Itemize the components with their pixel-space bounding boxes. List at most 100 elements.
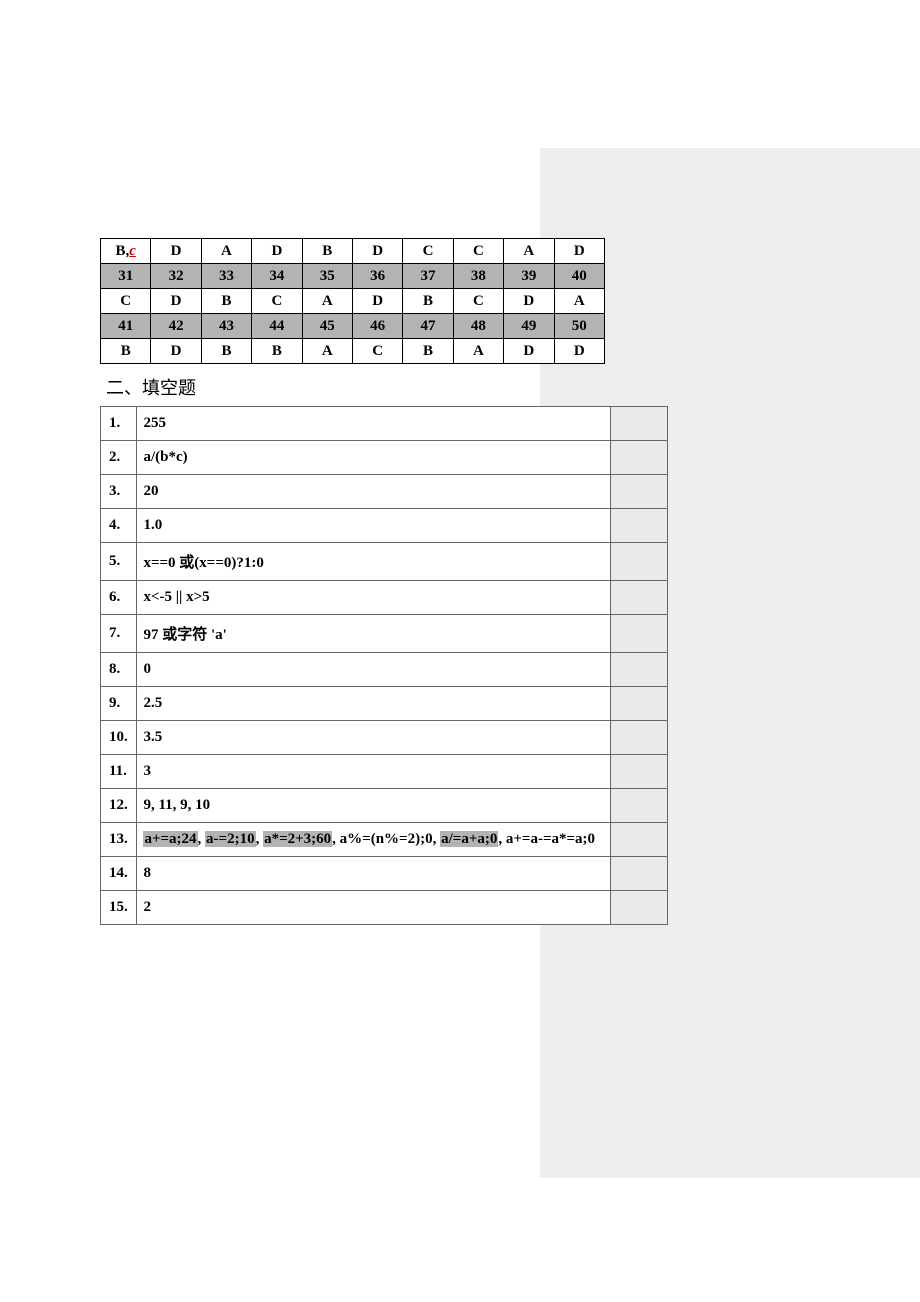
question-number: 44 bbox=[252, 314, 302, 339]
answer-cell: D bbox=[554, 239, 604, 264]
answer-cell: D bbox=[352, 289, 402, 314]
answer-cell: D bbox=[151, 339, 201, 364]
fi-ans: 255 bbox=[137, 407, 611, 441]
table-row: 14.8 bbox=[101, 857, 668, 891]
fi-ans: 2 bbox=[137, 891, 611, 925]
fi-ans: 9, 11, 9, 10 bbox=[137, 789, 611, 823]
answer-cell: A bbox=[453, 339, 503, 364]
table-row: 11.3 bbox=[101, 755, 668, 789]
question-number: 42 bbox=[151, 314, 201, 339]
table-row: 15.2 bbox=[101, 891, 668, 925]
question-number: 37 bbox=[403, 264, 453, 289]
hl-text: a*=2+3;60 bbox=[263, 831, 332, 847]
answer-cell: A bbox=[554, 289, 604, 314]
answer-cell: D bbox=[151, 289, 201, 314]
table-row: 3.20 bbox=[101, 475, 668, 509]
fi-blank bbox=[611, 721, 668, 755]
question-number: 45 bbox=[302, 314, 352, 339]
hl-text: a/=a+a;0 bbox=[440, 831, 498, 847]
fi-blank bbox=[611, 653, 668, 687]
fi-blank bbox=[611, 687, 668, 721]
hl-text: a+=a;24 bbox=[143, 831, 197, 847]
answer-cell: B,c bbox=[101, 239, 151, 264]
fi-num: 2. bbox=[101, 441, 137, 475]
question-number: 46 bbox=[352, 314, 402, 339]
answer-cell: B bbox=[302, 239, 352, 264]
fi-blank bbox=[611, 441, 668, 475]
fi-ans: 8 bbox=[137, 857, 611, 891]
table-row: 12.9, 11, 9, 10 bbox=[101, 789, 668, 823]
fi-ans: 3.5 bbox=[137, 721, 611, 755]
answer-cell: D bbox=[504, 289, 554, 314]
fi-ans: 3 bbox=[137, 755, 611, 789]
fi-num: 13. bbox=[101, 823, 137, 857]
answer-cell: C bbox=[101, 289, 151, 314]
question-number: 40 bbox=[554, 264, 604, 289]
fi-blank bbox=[611, 789, 668, 823]
table-row: 8.0 bbox=[101, 653, 668, 687]
question-number: 31 bbox=[101, 264, 151, 289]
question-number: 36 bbox=[352, 264, 402, 289]
table-row: 13. a+=a;24, a-=2;10, a*=2+3;60, a%=(n%=… bbox=[101, 823, 668, 857]
fi-blank bbox=[611, 755, 668, 789]
section-heading: 二、填空题 bbox=[106, 374, 605, 400]
fi-blank bbox=[611, 475, 668, 509]
table-row: 9.2.5 bbox=[101, 687, 668, 721]
answer-grid: B,c D A D B D C C A D 31 32 33 34 35 36 … bbox=[100, 238, 605, 364]
question-number: 33 bbox=[201, 264, 251, 289]
fi-num: 9. bbox=[101, 687, 137, 721]
table-row: 5.x==0 或(x==0)?1:0 bbox=[101, 543, 668, 581]
fi-num: 10. bbox=[101, 721, 137, 755]
fi-blank bbox=[611, 615, 668, 653]
answer-cell: C bbox=[252, 289, 302, 314]
fi-blank bbox=[611, 407, 668, 441]
fi-num: 1. bbox=[101, 407, 137, 441]
fi-ans: a/(b*c) bbox=[137, 441, 611, 475]
table-row: B,c D A D B D C C A D bbox=[101, 239, 605, 264]
fi-ans: x==0 或(x==0)?1:0 bbox=[137, 543, 611, 581]
fi-ans: 1.0 bbox=[137, 509, 611, 543]
question-number: 47 bbox=[403, 314, 453, 339]
answer-cell: B bbox=[101, 339, 151, 364]
answer-cell: C bbox=[453, 239, 503, 264]
fi-num: 5. bbox=[101, 543, 137, 581]
answer-cell: D bbox=[151, 239, 201, 264]
fi-num: 4. bbox=[101, 509, 137, 543]
fi-ans: 0 bbox=[137, 653, 611, 687]
table-row: B D B B A C B A D D bbox=[101, 339, 605, 364]
fi-num: 11. bbox=[101, 755, 137, 789]
table-row: 6.x<-5 || x>5 bbox=[101, 581, 668, 615]
fi-ans: a+=a;24, a-=2;10, a*=2+3;60, a%=(n%=2);0… bbox=[137, 823, 611, 857]
document-body: B,c D A D B D C C A D 31 32 33 34 35 36 … bbox=[100, 238, 605, 925]
answer-cell: B bbox=[201, 339, 251, 364]
question-number: 35 bbox=[302, 264, 352, 289]
answer-cell: D bbox=[252, 239, 302, 264]
answer-cell: A bbox=[201, 239, 251, 264]
table-row: 31 32 33 34 35 36 37 38 39 40 bbox=[101, 264, 605, 289]
question-number: 32 bbox=[151, 264, 201, 289]
table-row: C D B C A D B C D A bbox=[101, 289, 605, 314]
table-row: 7.97 或字符 'a' bbox=[101, 615, 668, 653]
fi-blank bbox=[611, 543, 668, 581]
page-shadow-notch bbox=[540, 978, 700, 1178]
fi-num: 7. bbox=[101, 615, 137, 653]
fi-blank bbox=[611, 509, 668, 543]
question-number: 39 bbox=[504, 264, 554, 289]
question-number: 50 bbox=[554, 314, 604, 339]
table-row: 4.1.0 bbox=[101, 509, 668, 543]
question-number: 49 bbox=[504, 314, 554, 339]
fi-ans: x<-5 || x>5 bbox=[137, 581, 611, 615]
question-number: 48 bbox=[453, 314, 503, 339]
answer-cell: B bbox=[252, 339, 302, 364]
fillin-table: 1.255 2.a/(b*c) 3.20 4.1.0 5.x==0 或(x==0… bbox=[100, 406, 668, 925]
answer-cell: B bbox=[403, 289, 453, 314]
fi-blank bbox=[611, 857, 668, 891]
fi-num: 12. bbox=[101, 789, 137, 823]
question-number: 43 bbox=[201, 314, 251, 339]
fi-num: 14. bbox=[101, 857, 137, 891]
fi-ans: 20 bbox=[137, 475, 611, 509]
fi-blank bbox=[611, 891, 668, 925]
answer-cell: B bbox=[201, 289, 251, 314]
answer-cell: A bbox=[504, 239, 554, 264]
answer-cell: D bbox=[352, 239, 402, 264]
